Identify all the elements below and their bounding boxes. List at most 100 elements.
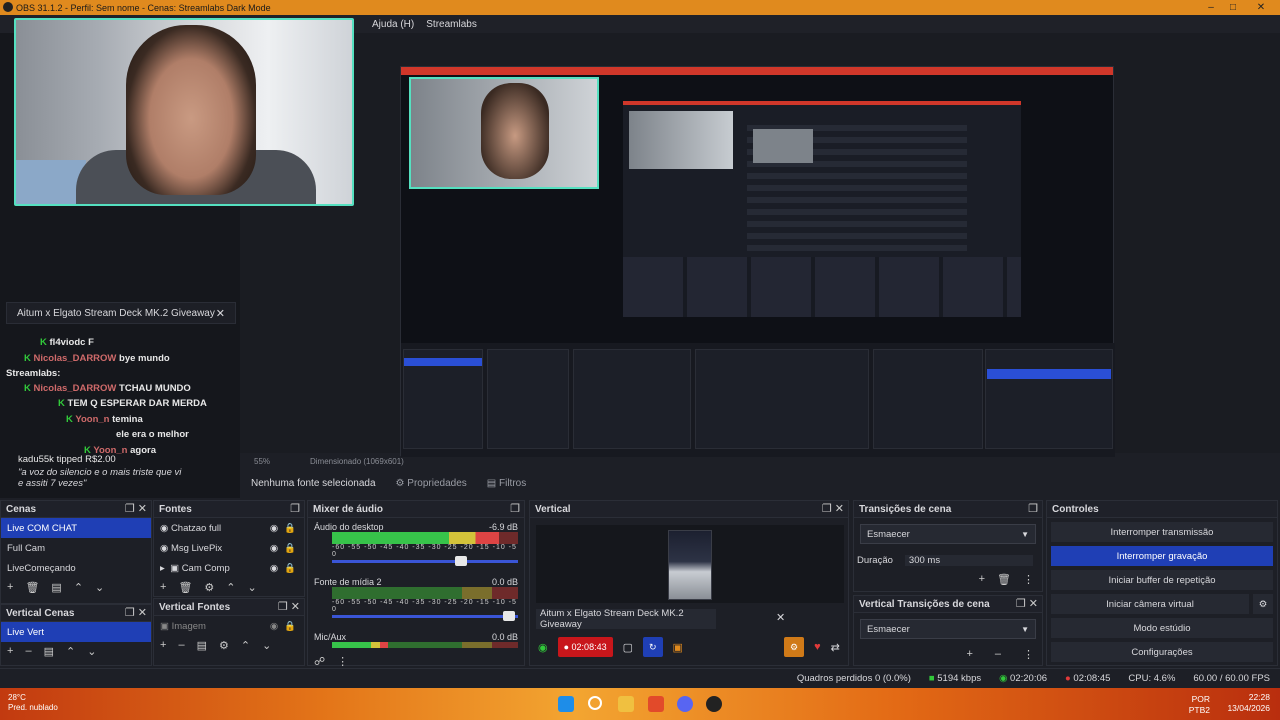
vertical-extra-controls: ⚙ ♥ ⇄: [776, 635, 840, 659]
scene-item[interactable]: Full Cam: [1, 538, 151, 558]
eye-icon[interactable]: ◉: [270, 523, 278, 534]
up-icon[interactable]: ⌃: [74, 581, 83, 594]
dock-controls-icon[interactable]: ❐: [290, 502, 300, 515]
menu-help[interactable]: Ajuda (H): [372, 19, 414, 30]
volume-meter: [332, 532, 518, 544]
source-item[interactable]: ◉ Chatzao full ◉ 🔒: [154, 518, 304, 538]
add-icon[interactable]: +: [160, 581, 166, 593]
down-icon[interactable]: ⌄: [95, 581, 104, 594]
source-item[interactable]: ▸ ▣ Cam Comp ◉ 🔒: [154, 558, 304, 578]
remove-icon[interactable]: –: [995, 648, 1001, 660]
dock-controls-icon[interactable]: ❐ ✕: [1016, 597, 1038, 610]
dock-controls-icon[interactable]: ❐: [1028, 502, 1038, 515]
weather-widget[interactable]: 28°C Pred. nublado: [8, 693, 58, 713]
filter-icon[interactable]: ▤: [51, 581, 61, 594]
discord-icon[interactable]: [677, 696, 693, 712]
dock-controls-icon[interactable]: ❐: [510, 502, 520, 515]
dock-controls-icon[interactable]: ❐ ✕: [125, 606, 147, 619]
settings-button[interactable]: Configurações: [1051, 642, 1273, 662]
replay-icon[interactable]: ↻: [643, 637, 663, 657]
system-tray[interactable]: POR PTB2 22:28 13/04/2026: [1189, 692, 1270, 715]
down-icon[interactable]: ⌄: [248, 581, 257, 594]
start-virtual-camera-button[interactable]: Iniciar câmera virtual: [1051, 594, 1249, 614]
lock-icon[interactable]: 🔒: [284, 523, 296, 534]
trash-icon[interactable]: 🗑: [997, 573, 1011, 586]
up-icon[interactable]: ⌃: [241, 639, 250, 652]
replay-buffer-button[interactable]: Iniciar buffer de repetição: [1051, 570, 1273, 590]
duration-row: Duração 300 ms: [854, 550, 1042, 570]
down-icon[interactable]: ⌄: [87, 645, 96, 658]
gear-icon[interactable]: ⚙: [219, 639, 229, 652]
eye-icon[interactable]: ◉: [270, 563, 278, 574]
remove-icon[interactable]: –: [178, 639, 184, 651]
up-icon[interactable]: ⌃: [66, 645, 75, 658]
heart-icon[interactable]: ♥: [814, 641, 821, 653]
dock-controls-icon[interactable]: ❐ ✕: [125, 502, 147, 515]
stop-stream-button[interactable]: Interromper transmissão: [1051, 522, 1273, 542]
volume-slider[interactable]: [332, 611, 518, 621]
close-icon[interactable]: ✕: [1246, 0, 1276, 15]
eye-off-icon[interactable]: ◉: [270, 621, 278, 632]
gear-icon[interactable]: ⚙: [204, 581, 214, 594]
record-button[interactable]: ● 02:08:43: [557, 637, 613, 657]
maximize-icon[interactable]: □: [1218, 0, 1248, 15]
lock-icon[interactable]: 🔒: [284, 563, 296, 574]
chat-tip: kadu55k tipped R$2.00: [18, 454, 116, 465]
volume-meter: [332, 587, 518, 599]
add-icon[interactable]: +: [7, 581, 13, 593]
search-icon[interactable]: [588, 696, 602, 710]
filter-icon[interactable]: ▤: [197, 639, 207, 652]
pause-icon[interactable]: ▢: [623, 641, 633, 654]
remove-icon[interactable]: –: [25, 645, 31, 657]
up-icon[interactable]: ⌃: [226, 581, 235, 594]
filters-button[interactable]: ▤ Filtros: [487, 478, 526, 489]
eye-icon[interactable]: ◉: [270, 543, 278, 554]
windows-start-icon[interactable]: [558, 696, 574, 712]
scene-item[interactable]: Live COM CHAT: [1, 518, 151, 538]
add-icon[interactable]: +: [7, 645, 13, 657]
zoom-level[interactable]: 55%: [254, 457, 270, 466]
filter-icon[interactable]: ▤: [44, 645, 54, 658]
duration-input[interactable]: 300 ms: [904, 554, 1033, 566]
down-icon[interactable]: ⌄: [262, 639, 271, 652]
trash-icon[interactable]: 🗑: [25, 581, 39, 594]
source-toolbar: Nenhuma fonte selecionada ⚙ Propriedades…: [240, 473, 1280, 493]
link-icon[interactable]: ☍: [314, 655, 325, 668]
vertical-giveaway: Aitum x Elgato Stream Deck MK.2 Giveaway: [536, 608, 716, 630]
vertical-transition-select[interactable]: Esmaecer ▼: [860, 619, 1036, 639]
virtual-cam-icon[interactable]: ▣: [673, 641, 683, 654]
source-item[interactable]: ◉ Msg LivePix ◉ 🔒: [154, 538, 304, 558]
close-icon[interactable]: ✕: [776, 611, 785, 624]
menu-icon[interactable]: ⋮: [1023, 573, 1034, 586]
volume-slider[interactable]: [332, 556, 518, 566]
brave-icon[interactable]: [648, 696, 664, 712]
obs-icon[interactable]: [706, 696, 722, 712]
dock-controls-icon[interactable]: ❐ ✕: [278, 600, 300, 613]
mixer-channel: Mic/Aux 0.0 dB: [314, 632, 518, 642]
lock-icon[interactable]: 🔒: [284, 621, 296, 632]
properties-button[interactable]: ⚙ Propriedades: [396, 478, 467, 489]
trash-icon[interactable]: 🗑: [178, 581, 192, 594]
stop-recording-button[interactable]: Interromper gravação: [1051, 546, 1273, 566]
transition-select[interactable]: Esmaecer ▼: [860, 524, 1036, 544]
folder-icon[interactable]: [618, 696, 634, 712]
scene-item[interactable]: LiveComeçando: [1, 558, 151, 578]
switch-icon[interactable]: ⇄: [831, 641, 840, 654]
add-icon[interactable]: +: [979, 573, 985, 585]
close-icon[interactable]: ✕: [216, 307, 225, 320]
add-icon[interactable]: +: [160, 639, 166, 651]
gear-icon[interactable]: ⚙: [1253, 594, 1273, 614]
vertical-scene-item[interactable]: Live Vert: [1, 622, 151, 642]
lock-icon[interactable]: 🔒: [284, 543, 296, 554]
add-icon[interactable]: +: [966, 648, 972, 660]
preview-dimensions[interactable]: Dimensionado (1069x601): [310, 457, 404, 466]
menu-streamlabs[interactable]: Streamlabs: [426, 19, 477, 30]
menu-icon[interactable]: ⋮: [337, 655, 348, 668]
stream-icon[interactable]: ◉: [538, 641, 548, 654]
dock-controls-icon[interactable]: ❐ ✕: [822, 502, 844, 515]
menu-icon[interactable]: ⋮: [1023, 648, 1034, 661]
virtual-cam-row: Iniciar câmera virtual ⚙: [1047, 590, 1277, 614]
gear-icon[interactable]: ⚙: [784, 637, 805, 657]
studio-mode-button[interactable]: Modo estúdio: [1051, 618, 1273, 638]
vertical-source-item[interactable]: ▣ Imagem ◉ 🔒: [154, 616, 304, 636]
